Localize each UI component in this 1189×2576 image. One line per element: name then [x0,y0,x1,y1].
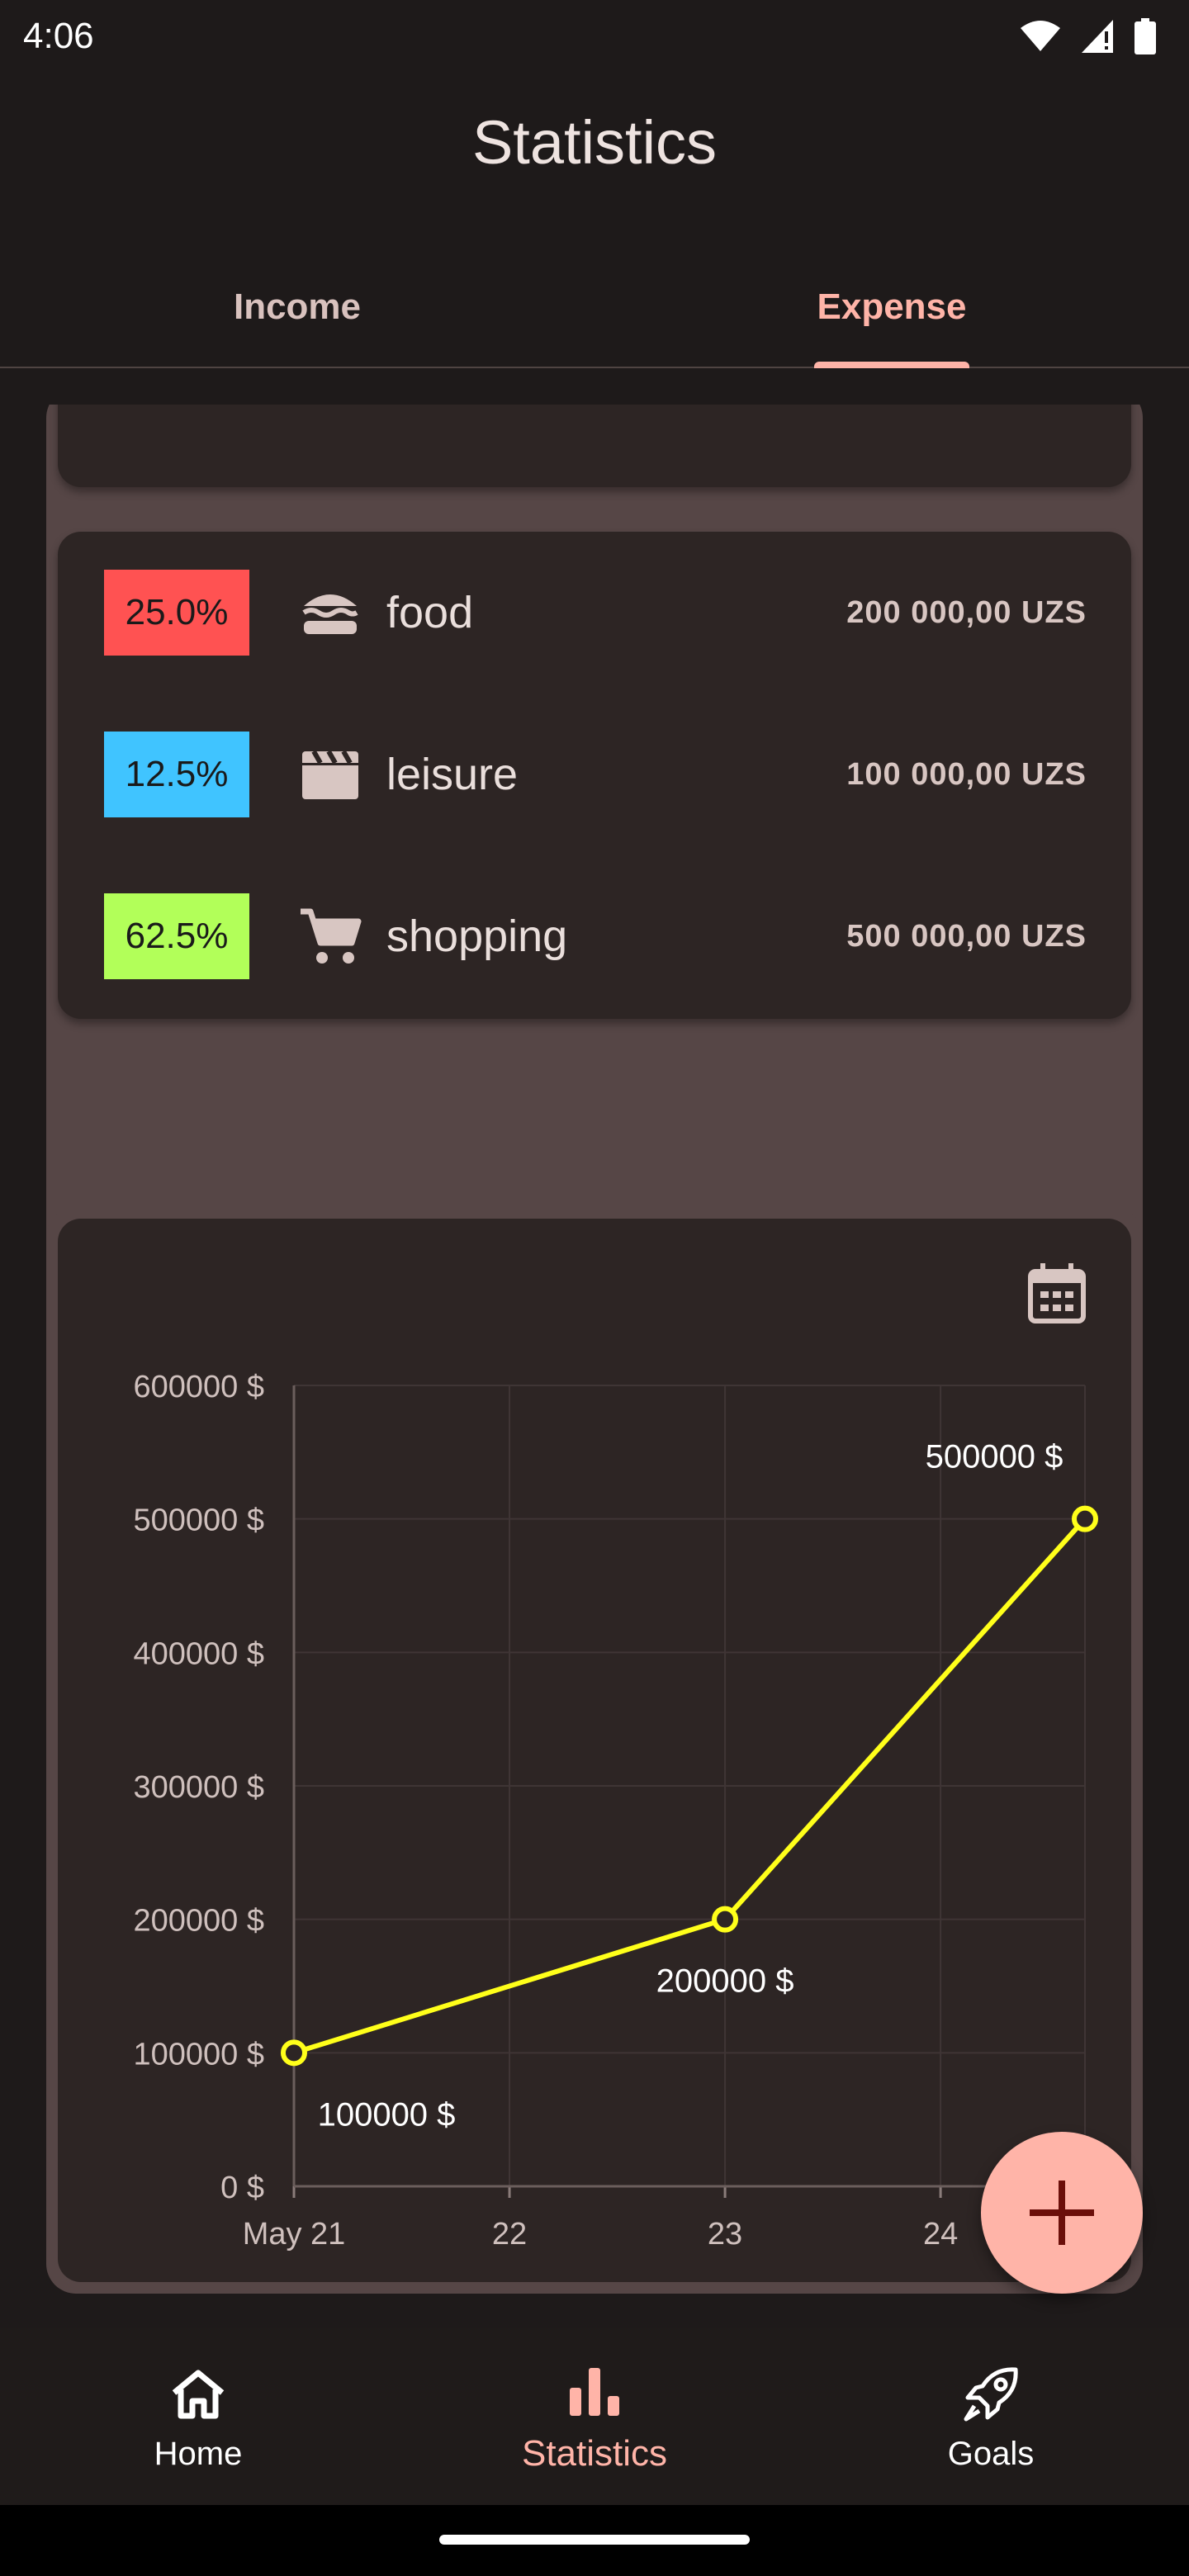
gesture-handle[interactable] [439,2535,750,2545]
system-gesture-area [0,2505,1189,2576]
tab-income-label: Income [233,286,362,327]
battery-icon [1135,18,1156,54]
tab-bar: Income Expense [0,248,1189,368]
tab-expense-label: Expense [817,286,967,327]
add-transaction-button[interactable] [981,2132,1143,2294]
status-bar: 4:06 [0,0,1189,73]
nav-statistics[interactable]: Statistics [396,2328,793,2505]
nav-goals[interactable]: Goals [793,2328,1189,2505]
category-amount: 100 000,00 UZS [846,756,1087,792]
status-icons [1019,18,1156,54]
y-tick-label: 200000 $ [134,1904,265,1939]
tab-expense[interactable]: Expense [594,248,1189,368]
category-row-food[interactable]: 25.0% food 200 000,00 UZS [104,570,1087,656]
wifi-icon [1021,21,1060,51]
percent-badge: 12.5% [104,732,249,817]
y-tick-label: 500000 $ [134,1503,265,1538]
plus-icon [1030,2181,1094,2245]
data-label: 500000 $ [926,1439,1063,1475]
y-tick-label: 400000 $ [134,1636,265,1671]
signal-icon [1082,20,1113,53]
category-amount: 200 000,00 UZS [846,594,1087,630]
x-tick-label: 23 [708,2217,742,2252]
y-tick-label: 300000 $ [134,1770,265,1805]
tab-income[interactable]: Income [0,248,594,367]
category-amount: 500 000,00 UZS [846,918,1087,954]
category-legend-card: 25.0% food 200 000,00 UZS 12.5% leisure … [58,532,1131,1019]
page-title: Statistics [471,108,718,177]
expense-line-chart-card: 0 $ 100000 $ 200000 $ 300000 $ 400000 $ 50000… [46,1207,1143,2294]
status-time: 4:06 [23,16,94,56]
y-tick-label: 600000 $ [134,1370,265,1404]
category-row-shopping[interactable]: 62.5% shopping 500 000,00 UZS [104,893,1087,979]
calendar-icon[interactable] [1026,1262,1088,1324]
statistics-scroll-area[interactable]: 25.0% food 200 000,00 UZS 12.5% leisure … [0,405,1189,2328]
bottom-navigation: Home Statistics Goals [0,2328,1189,2505]
line-chart-inner: 0 $ 100000 $ 200000 $ 300000 $ 400000 $ 50000… [58,1219,1131,2282]
data-label: 200000 $ [656,1963,794,2000]
line-chart: 0 $ 100000 $ 200000 $ 300000 $ 400000 $ 50000… [134,1370,1098,2252]
y-tick-label: 0 $ [220,2171,264,2205]
x-tick-label: 22 [492,2217,527,2252]
category-name: food [386,588,474,637]
cart-icon [297,903,363,969]
home-icon [165,2361,231,2427]
clapperboard-icon [297,741,363,807]
nav-goals-label: Goals [947,2435,1035,2472]
category-row-leisure[interactable]: 12.5% leisure 100 000,00 UZS [104,732,1087,817]
burger-icon [297,580,363,646]
data-point [281,2039,307,2067]
percent-badge: 62.5% [104,893,249,979]
data-label: 100000 $ [318,2096,456,2133]
pie-chart-card-bottom [58,405,1131,487]
nav-home-label: Home [154,2435,243,2472]
nav-home[interactable]: Home [0,2328,396,2505]
tab-indicator [814,362,969,368]
rocket-icon [958,2361,1024,2427]
category-name: shopping [386,912,568,961]
data-point [1072,1505,1098,1532]
y-tick-label: 100000 $ [134,2037,265,2072]
nav-statistics-label: Statistics [521,2433,668,2474]
x-tick-label: May 21 [243,2217,346,2252]
data-point [712,1906,739,1933]
x-tick-label: 24 [923,2217,958,2252]
category-name: leisure [386,750,519,799]
bar-chart-icon [561,2359,628,2425]
percent-badge: 25.0% [104,570,249,656]
